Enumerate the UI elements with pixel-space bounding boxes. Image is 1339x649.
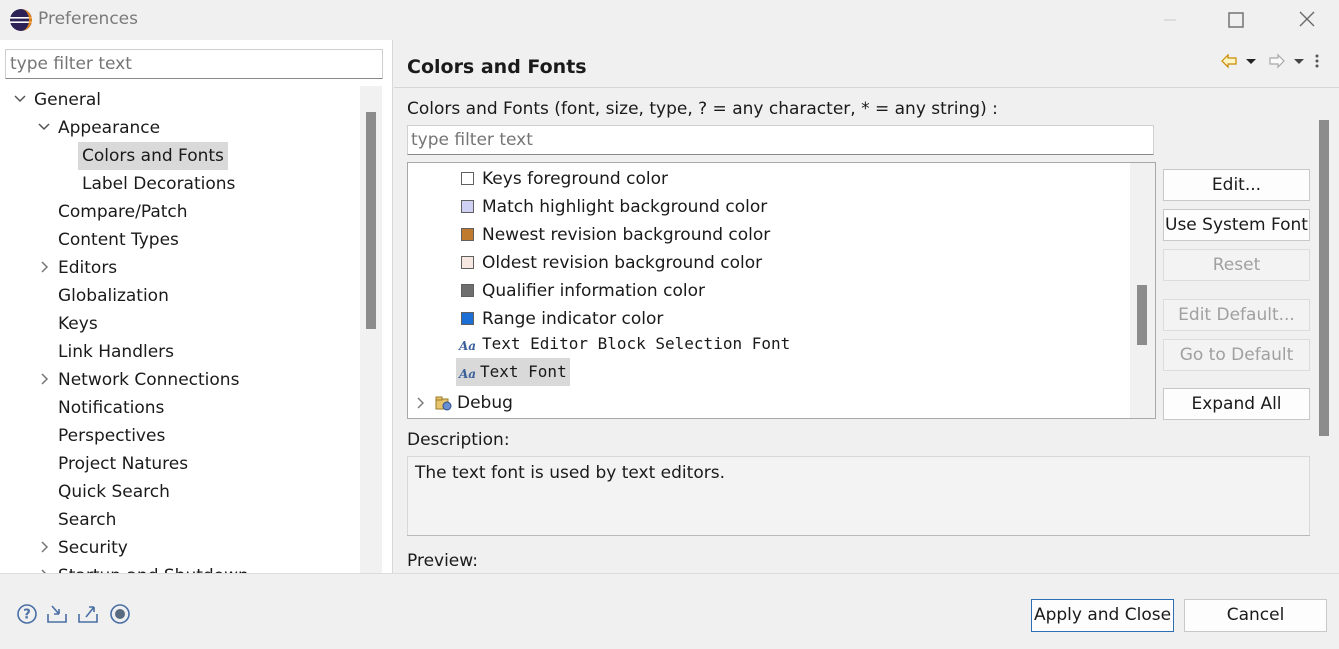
close-icon[interactable] <box>1285 6 1329 34</box>
item-label: Debug <box>457 393 513 413</box>
tree-item-label: Globalization <box>58 286 169 306</box>
edit-default-button[interactable]: Edit Default... <box>1163 299 1310 331</box>
record-icon[interactable] <box>108 602 132 626</box>
list-item[interactable]: Aa Text Font <box>408 358 1128 386</box>
item-label: Text Font <box>477 358 570 386</box>
chevron-down-icon[interactable] <box>36 114 52 142</box>
tree-item-label: Keys <box>58 314 98 334</box>
chevron-down-icon[interactable] <box>12 86 28 114</box>
window-title: Preferences <box>38 9 138 29</box>
page-navigation <box>1214 50 1334 72</box>
tree-item-label: Appearance <box>58 118 161 138</box>
title-separator <box>394 87 1339 88</box>
view-menu-icon[interactable] <box>1312 52 1322 74</box>
list-item[interactable]: Aa Text Editor Block Selection Font <box>408 330 1128 358</box>
preview-label: Preview: <box>407 551 478 571</box>
edit-button[interactable]: Edit... <box>1163 169 1310 201</box>
tree-item-label: Project Natures <box>58 454 189 474</box>
chevron-right-icon[interactable] <box>36 534 52 562</box>
list-item[interactable]: Qualifier information color <box>408 277 1128 305</box>
page-title: Colors and Fonts <box>407 56 587 78</box>
font-icon: Aa <box>459 367 477 381</box>
tree-item-label: Security <box>58 538 128 558</box>
dialog-button-bar: ? Apply and Close Cancel <box>0 573 1339 649</box>
chevron-right-icon[interactable] <box>36 366 52 394</box>
tree-item-label: Network Connections <box>58 370 240 390</box>
color-swatch <box>461 172 474 185</box>
tree-item-label: Search <box>58 510 117 530</box>
tree-item-label: General <box>34 90 101 110</box>
list-item[interactable]: Oldest revision background color <box>408 249 1128 277</box>
filter-label: Colors and Fonts (font, size, type, ? = … <box>407 99 998 119</box>
tree-item-label: Content Types <box>58 230 179 250</box>
expand-all-button[interactable]: Expand All <box>1163 388 1310 420</box>
eclipse-logo-icon <box>9 8 33 32</box>
chevron-right-icon[interactable] <box>36 254 52 282</box>
chevron-right-icon[interactable] <box>36 562 52 573</box>
tree-item-label: Editors <box>58 258 118 278</box>
tree-item-label: Notifications <box>58 398 165 418</box>
item-label: Newest revision background color <box>482 225 771 245</box>
font-icon: Aa <box>459 339 477 353</box>
forward-arrow-icon[interactable] <box>1268 52 1286 74</box>
item-label: Oldest revision background color <box>482 253 763 273</box>
reset-button[interactable]: Reset <box>1163 249 1310 281</box>
svg-text:?: ? <box>23 608 31 623</box>
color-swatch <box>461 200 474 213</box>
color-swatch <box>461 228 474 241</box>
help-icon[interactable]: ? <box>15 602 39 626</box>
tree-item-label: Link Handlers <box>58 342 175 362</box>
item-label: Text Editor Block Selection Font <box>482 334 791 353</box>
color-swatch <box>461 284 474 297</box>
preferences-navigation-panel: General Appearance Colors and Fonts Labe… <box>0 40 393 573</box>
list-item[interactable]: Range indicator color <box>408 305 1128 333</box>
export-icon[interactable] <box>76 602 100 626</box>
tree-scrollbar-thumb[interactable] <box>366 112 376 329</box>
list-item[interactable]: Match highlight background color <box>408 193 1128 221</box>
color-swatch <box>461 256 474 269</box>
chevron-right-icon[interactable] <box>414 389 428 418</box>
item-label: Qualifier information color <box>482 281 705 301</box>
description-box: The text font is used by text editors. <box>407 456 1310 536</box>
tree-item-label: Perspectives <box>58 426 166 446</box>
cancel-button[interactable]: Cancel <box>1184 599 1327 632</box>
go-to-default-button[interactable]: Go to Default <box>1163 339 1310 371</box>
maximize-icon[interactable] <box>1214 6 1258 34</box>
tree-item-label: Compare/Patch <box>58 202 188 222</box>
preview-separator <box>407 535 1310 536</box>
item-label: Keys foreground color <box>482 169 668 189</box>
use-system-font-button[interactable]: Use System Font <box>1163 209 1310 241</box>
tree-item-label: Colors and Fonts <box>78 142 228 170</box>
colors-fonts-tree: Keys foreground color Match highlight ba… <box>407 162 1156 419</box>
tree-filter-input[interactable] <box>5 49 383 79</box>
color-swatch <box>461 312 474 325</box>
description-text: The text font is used by text editors. <box>415 463 725 483</box>
list-item[interactable]: Keys foreground color <box>408 165 1128 193</box>
apply-and-close-button[interactable]: Apply and Close <box>1031 599 1174 632</box>
list-item[interactable]: Newest revision background color <box>408 221 1128 249</box>
tree-item-label: Startup and Shutdown <box>54 562 253 573</box>
description-label: Description: <box>407 430 510 450</box>
list-scrollbar-thumb[interactable] <box>1137 285 1147 345</box>
title-bar: Preferences <box>0 0 1339 40</box>
list-item[interactable]: Debug <box>408 389 1128 417</box>
tree-item-label: Quick Search <box>58 482 170 502</box>
preference-page: Colors and Fonts Colors and Fonts (font,… <box>394 40 1339 573</box>
colors-fonts-filter-input[interactable] <box>407 125 1154 155</box>
back-history-dropdown-icon[interactable] <box>1244 52 1258 74</box>
item-label: Range indicator color <box>482 309 664 329</box>
page-scrollbar-thumb[interactable] <box>1319 120 1329 436</box>
debug-category-icon <box>435 393 453 418</box>
tree-item-label: Label Decorations <box>82 174 236 194</box>
item-label: Match highlight background color <box>482 197 768 217</box>
import-icon[interactable] <box>45 602 69 626</box>
preferences-tree: General Appearance Colors and Fonts Labe… <box>0 86 360 573</box>
back-arrow-icon[interactable] <box>1220 52 1238 74</box>
forward-history-dropdown-icon[interactable] <box>1292 52 1306 74</box>
minimize-icon[interactable] <box>1148 6 1192 34</box>
